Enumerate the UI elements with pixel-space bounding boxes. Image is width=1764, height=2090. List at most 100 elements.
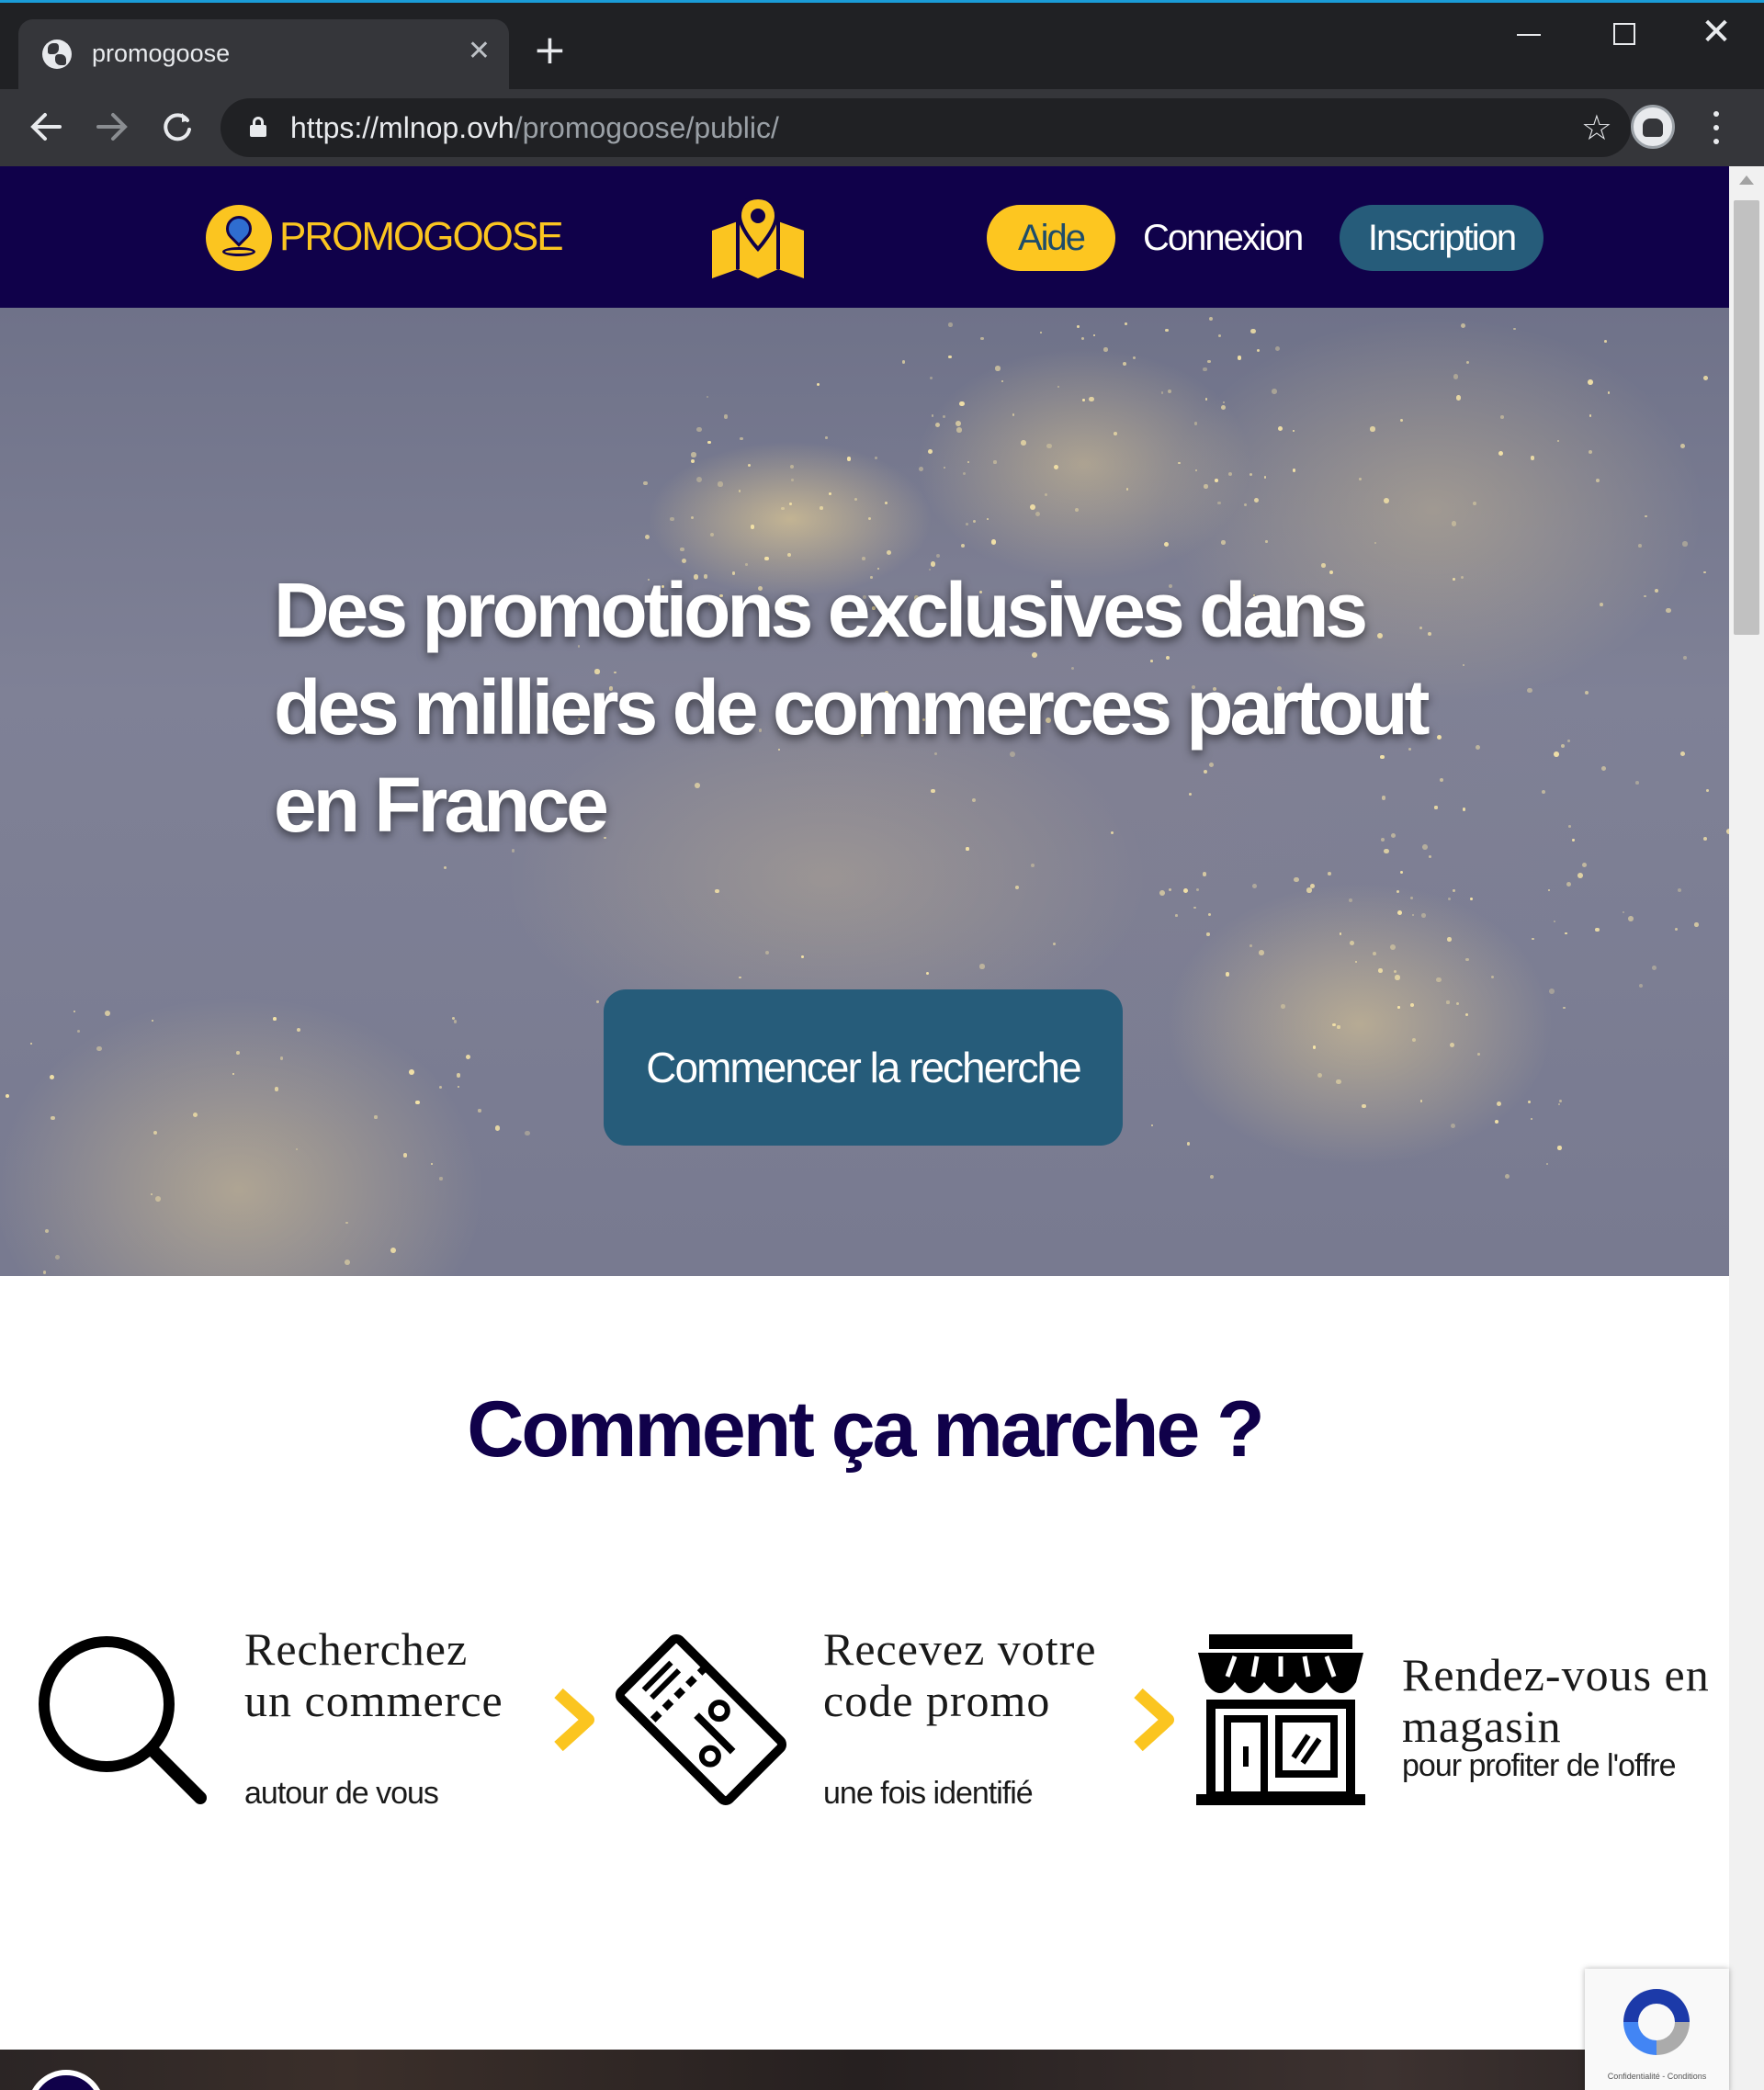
city-light (1677, 887, 1681, 893)
city-light (1217, 334, 1221, 338)
city-light (1210, 1175, 1215, 1179)
step-3-subtitle: pour profiter de l'offre (1402, 1748, 1676, 1783)
login-link[interactable]: Connexion (1143, 216, 1304, 260)
city-light (1021, 440, 1026, 446)
recaptcha-badge[interactable]: Confidentialité - Conditions (1585, 1969, 1729, 2090)
signup-button[interactable]: Inscription (1340, 205, 1544, 271)
city-light (1588, 449, 1592, 455)
city-light (1340, 932, 1342, 935)
city-light (1652, 966, 1657, 970)
browser-tab[interactable]: promogoose ✕ (18, 19, 509, 91)
city-light (1227, 471, 1232, 476)
city-light (643, 480, 648, 486)
city-light (1557, 1146, 1562, 1150)
city-light (42, 1271, 47, 1274)
city-light (1572, 839, 1575, 842)
city-light (1193, 906, 1197, 909)
recaptcha-links[interactable]: Confidentialité - Conditions (1585, 2072, 1729, 2081)
logo-pin-icon[interactable] (206, 205, 272, 271)
city-light (1623, 911, 1625, 914)
city-light (1420, 912, 1426, 918)
city-light (1150, 1124, 1153, 1127)
city-light (696, 426, 702, 433)
forward-arrow-icon[interactable] (89, 104, 135, 150)
city-light (1029, 504, 1035, 511)
minimize-icon[interactable] (1511, 16, 1548, 52)
city-light (1204, 398, 1208, 401)
city-light (1202, 872, 1207, 876)
star-icon[interactable]: ☆ (1581, 107, 1612, 148)
city-light (1542, 790, 1546, 795)
city-light (430, 1162, 433, 1165)
city-light (1694, 922, 1699, 927)
city-light (1513, 327, 1517, 331)
city-light (691, 452, 696, 458)
logo-text[interactable]: PROMOGOOSE (279, 214, 564, 260)
city-light (1178, 461, 1182, 465)
city-light (29, 1042, 32, 1045)
city-light (1074, 508, 1079, 513)
city-light (925, 971, 930, 976)
close-window-icon[interactable]: ✕ (1698, 14, 1735, 52)
city-light (1455, 395, 1462, 401)
city-light (1126, 488, 1129, 491)
footer-strip (0, 2050, 1729, 2090)
start-search-button[interactable]: Commencer la recherche (604, 989, 1123, 1146)
city-light (715, 889, 719, 894)
city-light (990, 539, 997, 545)
city-light (1453, 889, 1455, 892)
city-light (1281, 1004, 1285, 1009)
city-light (825, 436, 828, 439)
city-light (1207, 913, 1212, 917)
maximize-icon[interactable] (1606, 16, 1643, 52)
address-bar[interactable]: https://mlnop.ovh/promogoose/public/ ☆ (220, 98, 1631, 157)
city-light (1264, 476, 1267, 479)
city-light (273, 1017, 277, 1021)
scrollbar[interactable] (1729, 166, 1764, 2090)
city-light (1530, 456, 1534, 460)
city-light (1472, 502, 1476, 506)
city-light (235, 1051, 240, 1056)
reload-icon[interactable] (154, 104, 200, 150)
profile-icon[interactable] (1631, 105, 1675, 149)
city-light (1680, 751, 1685, 756)
city-light (439, 1177, 443, 1181)
help-button[interactable]: Aide (987, 205, 1115, 271)
lock-icon[interactable] (250, 117, 266, 137)
city-light (959, 401, 965, 407)
kebab-menu-icon[interactable] (1707, 107, 1725, 148)
close-icon[interactable]: ✕ (468, 36, 491, 67)
url-text[interactable]: https://mlnop.ovh/promogoose/public/ (290, 111, 779, 145)
city-light (1337, 1025, 1340, 1029)
city-light (1556, 440, 1560, 443)
city-light (1545, 1163, 1548, 1166)
city-light (1703, 571, 1706, 574)
city-light (1450, 1124, 1455, 1129)
scroll-up-arrow-icon[interactable] (1739, 175, 1754, 185)
back-arrow-icon[interactable] (23, 104, 69, 150)
city-light (1390, 944, 1396, 951)
chevron-right-icon (554, 1688, 594, 1752)
city-light (1206, 932, 1210, 936)
city-light (232, 1073, 235, 1076)
city-light (1217, 501, 1222, 505)
city-light (1589, 414, 1592, 417)
city-light (1500, 414, 1505, 419)
city-light (1277, 426, 1283, 431)
city-light (1001, 380, 1004, 383)
city-light (1395, 975, 1400, 980)
city-light (718, 481, 723, 487)
city-light (274, 1087, 279, 1091)
city-light (1243, 503, 1248, 507)
city-light (1393, 970, 1397, 974)
city-light (963, 471, 967, 475)
city-light (1532, 937, 1535, 941)
city-light (1436, 977, 1442, 982)
plus-icon[interactable]: + (533, 30, 567, 71)
step-1-title: Recherchez un commerce (244, 1623, 503, 1726)
city-light (1446, 1000, 1450, 1004)
city-light (738, 490, 741, 492)
scrollbar-thumb[interactable] (1734, 200, 1759, 635)
city-light (886, 549, 891, 555)
city-light (1159, 889, 1165, 896)
